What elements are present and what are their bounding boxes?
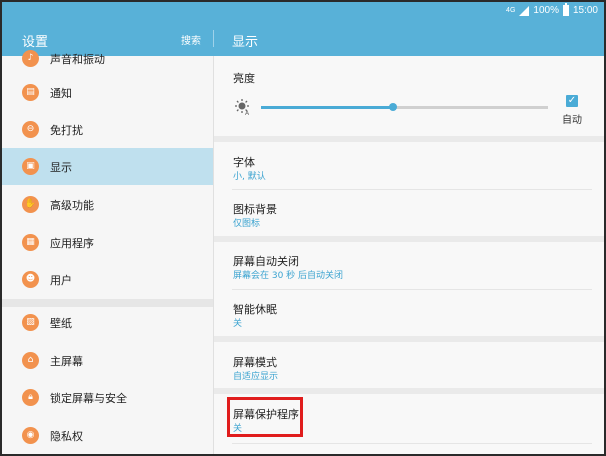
settings-sidebar: ♪ 声音和振动 ▤ 通知 ⊖ 免打扰 ▣ 显示 ✋ 高级功能 ▦ 应用程序 ☻ … — [2, 50, 213, 454]
sidebar-item-display[interactable]: ▣ 显示 — [2, 148, 213, 185]
display-icon: ▣ — [22, 158, 39, 175]
sidebar-item-label: 免打扰 — [50, 123, 83, 137]
row-divider — [232, 289, 592, 290]
home-icon: ⌂ — [22, 352, 39, 369]
apps-icon: ▦ — [22, 234, 39, 251]
sidebar-item-privacy[interactable]: ◉ 隐私权 — [2, 417, 213, 454]
users-icon: ☻ — [22, 271, 39, 288]
row-divider — [232, 189, 592, 190]
sidebar-item-label: 高级功能 — [50, 198, 94, 212]
screen-timeout-title: 屏幕自动关闭 — [233, 255, 299, 268]
brightness-auto-icon: A — [235, 99, 250, 115]
status-bar: 4G 100% 15:00 — [2, 2, 604, 22]
font-value: 小, 默认 — [233, 172, 266, 182]
sidebar-item-advanced-features[interactable]: ✋ 高级功能 — [2, 186, 213, 223]
signal-icon — [519, 5, 530, 16]
screen-mode-title: 屏幕模式 — [233, 356, 277, 369]
sidebar-item-label: 声音和振动 — [50, 52, 105, 66]
sidebar-item-label: 通知 — [50, 86, 72, 100]
sidebar-item-sound[interactable]: ♪ 声音和振动 — [2, 40, 213, 77]
sidebar-item-label: 隐私权 — [50, 429, 83, 443]
display-settings-panel: 亮度 A ✓ 自动 字体 小, 默认 图标背景 仅图标 屏幕自动关闭 屏幕会在 … — [214, 56, 604, 454]
notification-icon: ▤ — [22, 84, 39, 101]
sidebar-item-label: 用户 — [50, 273, 72, 287]
sidebar-item-label: 壁纸 — [50, 316, 72, 330]
brightness-slider[interactable] — [261, 103, 548, 111]
sidebar-item-label: 应用程序 — [50, 236, 94, 250]
screen: 4G 100% 15:00 设置 搜索 显示 ♪ 声音和振动 ▤ 通知 ⊖ 免打… — [2, 2, 604, 454]
battery-icon — [562, 3, 569, 16]
wallpaper-icon: ▨ — [22, 314, 39, 331]
sidebar-item-label: 显示 — [50, 160, 72, 174]
section-divider — [214, 336, 604, 342]
sidebar-item-home-screen[interactable]: ⌂ 主屏幕 — [2, 342, 213, 379]
svg-text:A: A — [245, 110, 250, 115]
volume-icon: ♪ — [22, 50, 39, 67]
auto-brightness-checkbox[interactable]: ✓ — [566, 95, 578, 107]
battery-percent: 100% — [533, 5, 559, 16]
screensaver-highlight-box — [227, 397, 303, 437]
sidebar-item-label: 主屏幕 — [50, 354, 83, 368]
network-type: 4G — [506, 7, 516, 14]
sidebar-item-apps[interactable]: ▦ 应用程序 — [2, 224, 213, 261]
row-divider — [232, 443, 592, 444]
icon-background-title: 图标背景 — [233, 203, 277, 216]
brightness-slider-thumb[interactable] — [389, 103, 398, 111]
section-divider — [214, 388, 604, 394]
sidebar-item-label: 锁定屏幕与安全 — [50, 391, 127, 405]
auto-brightness-label: 自动 — [562, 115, 582, 126]
screen-timeout-value: 屏幕会在 30 秒 后自动关闭 — [233, 271, 344, 281]
font-title: 字体 — [233, 156, 255, 169]
brightness-slider-fill — [261, 106, 394, 109]
advanced-features-icon: ✋ — [22, 196, 39, 213]
brightness-title: 亮度 — [233, 72, 255, 85]
sidebar-item-wallpaper[interactable]: ▨ 壁纸 — [2, 304, 213, 341]
smart-stay-value: 关 — [233, 319, 243, 329]
icon-background-value: 仅图标 — [233, 219, 261, 229]
sidebar-item-users[interactable]: ☻ 用户 — [2, 261, 213, 298]
sidebar-item-do-not-disturb[interactable]: ⊖ 免打扰 — [2, 111, 213, 148]
section-divider — [214, 236, 604, 242]
page-title: 显示 — [232, 35, 259, 50]
do-not-disturb-icon: ⊖ — [22, 121, 39, 138]
privacy-icon: ◉ — [22, 427, 39, 444]
smart-stay-title: 智能休眠 — [233, 303, 277, 316]
screen-mode-value: 自适应显示 — [233, 372, 279, 382]
sidebar-item-notifications[interactable]: ▤ 通知 — [2, 74, 213, 111]
header-divider — [213, 30, 214, 47]
clock: 15:00 — [572, 5, 598, 16]
section-divider — [214, 136, 604, 142]
sidebar-item-lock-screen-security[interactable]: 🔒︎ 锁定屏幕与安全 — [2, 379, 213, 416]
lock-icon: 🔒︎ — [22, 389, 39, 406]
